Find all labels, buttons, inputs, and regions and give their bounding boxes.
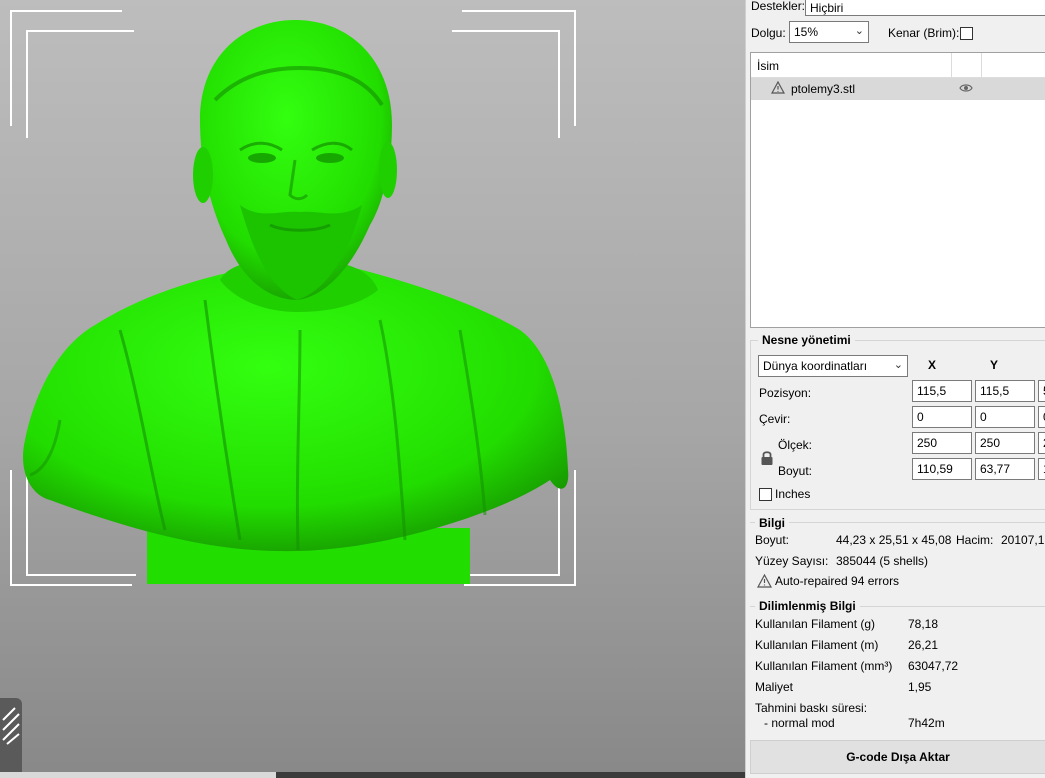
position-label: Pozisyon: [759, 386, 812, 400]
info-title: Bilgi [755, 516, 789, 530]
status-strip [0, 772, 745, 778]
chevron-down-icon: ⌄ [893, 359, 903, 371]
filament-mm3-value: 63047,72 [908, 659, 959, 673]
supports-value: Hiçbiri [810, 1, 844, 15]
hatch-icon [2, 707, 20, 745]
scale-z-field[interactable]: 2 [1038, 432, 1045, 454]
object-list-header: İsim [751, 53, 1045, 78]
size-y-field[interactable]: 63,77 [975, 458, 1035, 480]
supports-select[interactable]: Hiçbiri [805, 0, 1045, 16]
infill-value: 15% [794, 25, 819, 39]
filament-g-value: 78,18 [908, 617, 939, 631]
scale-y-field[interactable]: 250 [975, 432, 1035, 454]
scale-x-field[interactable]: 250 [912, 432, 972, 454]
info-facets-label: Yüzey Sayısı: [755, 554, 829, 568]
rotation-label: Çevir: [759, 412, 791, 426]
object-name: ptolemy3.stl [791, 82, 856, 96]
inches-label: Inches [775, 487, 811, 501]
chevron-down-icon: ⌄ [854, 25, 864, 37]
bust-model[interactable] [0, 0, 745, 778]
inches-checkbox[interactable] [759, 488, 772, 501]
coordinate-system-select[interactable]: Dünya koordinatları ⌄ [758, 355, 908, 377]
auto-repair-text: Auto-repaired 94 errors [775, 574, 900, 588]
rotation-z-field[interactable]: 0 [1038, 406, 1045, 428]
size-z-field[interactable]: 1 [1038, 458, 1045, 480]
cost-label: Maliyet [755, 680, 794, 694]
scale-label: Ölçek: [778, 438, 813, 452]
info-size-label: Boyut: [755, 533, 790, 547]
y-column-header: Y [990, 358, 999, 372]
supports-label: Destekler: [751, 0, 806, 13]
brim-label: Kenar (Brim): [888, 26, 960, 40]
normal-mode-label: - normal mod [764, 716, 835, 730]
coordinate-system-value: Dünya koordinatları [763, 359, 868, 373]
infill-select[interactable]: 15% ⌄ [789, 21, 869, 43]
normal-mode-value: 7h42m [908, 716, 945, 730]
x-column-header: X [928, 358, 937, 372]
info-facets-value: 385044 (5 shells) [836, 554, 929, 568]
sliced-info-title: Dilimlenmiş Bilgi [755, 599, 860, 613]
warning-icon [757, 574, 772, 588]
3d-viewport[interactable] [0, 0, 745, 778]
print-time-label: Tahmini baskı süresi: [755, 701, 868, 715]
cost-value: 1,95 [908, 680, 932, 694]
position-y-field[interactable]: 115,5 [975, 380, 1035, 402]
info-size-value: 44,23 x 25,51 x 45,08 [836, 533, 952, 547]
layer-view-toggle[interactable] [0, 698, 22, 778]
brim-checkbox[interactable] [960, 27, 973, 40]
position-x-field[interactable]: 115,5 [912, 380, 972, 402]
object-list-item[interactable]: ptolemy3.stl [751, 78, 1045, 100]
object-manipulation-title: Nesne yönetimi [758, 333, 855, 347]
filament-mm3-label: Kullanılan Filament (mm³) [755, 659, 893, 673]
rotation-x-field[interactable]: 0 [912, 406, 972, 428]
rotation-y-field[interactable]: 0 [975, 406, 1035, 428]
infill-label: Dolgu: [751, 26, 786, 40]
name-column-header[interactable]: İsim [757, 59, 779, 73]
filament-m-label: Kullanılan Filament (m) [755, 638, 879, 652]
warning-icon [771, 81, 785, 94]
info-volume-label: Hacim: [956, 533, 994, 547]
eye-icon[interactable] [959, 82, 973, 94]
lock-icon[interactable] [760, 450, 774, 466]
info-volume-value: 20107,1 [1001, 533, 1045, 547]
filament-m-value: 26,21 [908, 638, 939, 652]
export-gcode-button[interactable]: G-code Dışa Aktar [750, 740, 1045, 774]
filament-g-label: Kullanılan Filament (g) [755, 617, 876, 631]
object-list[interactable]: İsim ptolemy3.stl [750, 52, 1045, 328]
size-label: Boyut: [778, 464, 813, 478]
settings-panel: Destekler: Hiçbiri Dolgu: 15% ⌄ Kenar (B… [745, 0, 1045, 778]
size-x-field[interactable]: 110,59 [912, 458, 972, 480]
position-z-field[interactable]: 5 [1038, 380, 1045, 402]
